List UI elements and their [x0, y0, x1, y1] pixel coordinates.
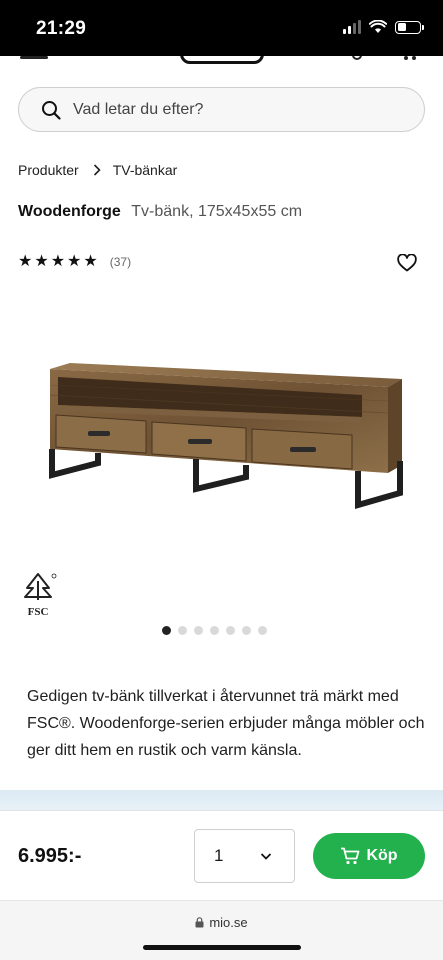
fsc-certification-badge: FSC	[18, 572, 58, 618]
wifi-icon	[369, 20, 387, 33]
mio-logo[interactable]	[180, 56, 264, 64]
search-icon	[42, 100, 61, 120]
search-field[interactable]: Vad letar du efter?	[18, 87, 425, 132]
chevron-down-icon	[260, 853, 272, 860]
carousel-dot[interactable]	[226, 626, 235, 635]
breadcrumb: Produkter TV-bänkar	[18, 162, 177, 178]
carousel-dot[interactable]	[210, 626, 219, 635]
site-header	[0, 56, 443, 70]
product-title: Woodenforge Tv-bänk, 175x45x55 cm	[18, 203, 302, 221]
star-icon: ★	[83, 253, 98, 270]
quantity-value: 1	[214, 846, 224, 865]
cart-icon	[341, 847, 360, 865]
lock-icon	[195, 917, 204, 928]
status-time: 21:29	[36, 18, 87, 39]
product-description: Gedigen tv-bänk tillverkat i återvunnet …	[27, 688, 425, 759]
status-bar: 21:29	[0, 0, 443, 56]
buy-button[interactable]: Köp	[313, 833, 425, 879]
carousel-dot[interactable]	[258, 626, 267, 635]
product-rating[interactable]: ★ ★ ★ ★ ★ (37)	[18, 254, 131, 270]
star-icon: ★	[67, 253, 82, 270]
star-icon: ★	[18, 253, 33, 270]
cart-icon[interactable]	[404, 56, 408, 60]
star-icon: ★	[50, 253, 66, 270]
section-divider	[0, 790, 443, 810]
home-indicator[interactable]	[143, 945, 301, 950]
carousel-dot[interactable]	[194, 626, 203, 635]
menu-icon[interactable]	[20, 56, 48, 59]
review-count: (37)	[109, 255, 132, 269]
carousel-dot[interactable]	[162, 626, 171, 635]
breadcrumb-tv-benches[interactable]: TV-bänkar	[113, 162, 178, 178]
star-icon: ★	[34, 253, 49, 270]
fsc-label: FSC	[27, 606, 49, 618]
carousel-dot[interactable]	[178, 626, 187, 635]
status-icons	[343, 20, 424, 34]
product-image[interactable]	[40, 355, 408, 515]
price: 6.995:-	[18, 845, 82, 867]
image-carousel-dots[interactable]	[162, 626, 267, 635]
cellular-signal-icon	[343, 20, 361, 34]
quantity-select[interactable]: 1	[194, 829, 295, 883]
rating-stars: ★ ★ ★ ★ ★	[18, 254, 98, 270]
breadcrumb-products[interactable]: Produkter	[18, 162, 79, 178]
chevron-right-icon	[93, 164, 101, 176]
carousel-dot[interactable]	[242, 626, 251, 635]
url-text: mio.se	[209, 915, 248, 930]
favorite-heart-icon[interactable]	[397, 254, 417, 272]
account-icon[interactable]	[352, 56, 362, 60]
purchase-bar: 6.995:- 1 Köp	[0, 810, 443, 900]
battery-icon	[395, 20, 424, 34]
fsc-tree-icon	[24, 573, 57, 600]
product-subtitle: Tv-bänk, 175x45x55 cm	[131, 203, 303, 220]
search-placeholder: Vad letar du efter?	[73, 100, 204, 118]
browser-url-bar[interactable]: mio.se	[0, 900, 443, 960]
buy-button-label: Köp	[366, 847, 398, 864]
url-display: mio.se	[0, 915, 443, 930]
product-brand: Woodenforge	[18, 203, 121, 220]
